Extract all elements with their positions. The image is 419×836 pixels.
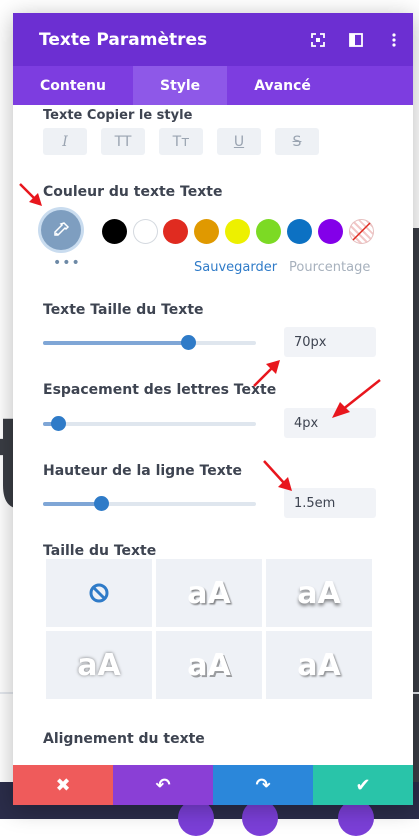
tab-style[interactable]: Style <box>132 66 228 105</box>
annotation-arrow-color <box>19 183 42 206</box>
color-swatch-orange[interactable] <box>194 219 219 244</box>
modal-footer: ✖ ↶ ↷ ✔ <box>13 765 413 805</box>
color-swatch-transparent[interactable] <box>349 219 374 244</box>
modal-title: Texte Paramètres <box>39 29 208 50</box>
line-height-slider[interactable] <box>43 496 256 511</box>
expand-icon[interactable] <box>299 21 337 59</box>
text-style-label: Texte Copier le style <box>43 108 193 123</box>
no-shadow-icon <box>89 583 109 603</box>
undo-button[interactable]: ↶ <box>113 765 213 805</box>
text-size-input[interactable]: 70px <box>284 327 376 357</box>
tab-contenu[interactable]: Contenu <box>13 66 133 105</box>
slider-fill <box>43 341 188 345</box>
italic-button[interactable]: I <box>43 128 87 155</box>
slider-handle[interactable] <box>180 335 196 350</box>
line-height-input[interactable]: 1.5em <box>284 488 376 518</box>
strikethrough-button[interactable]: S <box>275 128 319 155</box>
color-swatch-black[interactable] <box>102 219 127 244</box>
save-color-link[interactable]: Sauvegarder <box>194 260 277 275</box>
background-settings-button[interactable] <box>242 800 278 836</box>
eyedropper-button[interactable] <box>41 210 81 250</box>
save-button[interactable]: ✔ <box>313 765 413 805</box>
letter-spacing-slider[interactable] <box>43 416 256 431</box>
text-shadow-presets: aA aA aA aA aA <box>46 559 374 699</box>
line-height-label: Hauteur de la ligne Texte <box>43 463 242 479</box>
shadow-preset-2[interactable]: aA <box>266 559 372 627</box>
more-vertical-icon[interactable] <box>375 21 413 59</box>
eyedropper-icon <box>54 222 70 236</box>
shadow-preset-5[interactable]: aA <box>266 631 372 699</box>
more-colors-icon[interactable]: ••• <box>53 255 81 271</box>
cancel-button[interactable]: ✖ <box>13 765 113 805</box>
color-swatch-yellow[interactable] <box>225 219 250 244</box>
shadow-preset-4[interactable]: aA <box>156 631 262 699</box>
shadow-preset-3[interactable]: aA <box>46 631 152 699</box>
color-swatch-white[interactable] <box>133 219 158 244</box>
text-alignment-label: Alignement du texte <box>43 731 205 747</box>
tab-avance[interactable]: Avancé <box>227 66 338 105</box>
text-size-slider[interactable] <box>43 335 256 350</box>
shadow-preset-1[interactable]: aA <box>156 559 262 627</box>
color-swatch-green[interactable] <box>256 219 281 244</box>
text-color-label: Couleur du texte Texte <box>43 184 223 200</box>
slider-handle[interactable] <box>93 496 109 511</box>
slider-fill <box>43 502 101 506</box>
uppercase-button[interactable]: TT <box>101 128 145 155</box>
background-close-button[interactable] <box>338 800 374 836</box>
color-swatch-purple[interactable] <box>318 219 343 244</box>
modal-header: Texte Paramètres <box>13 13 413 66</box>
percentage-link[interactable]: Pourcentage <box>289 260 370 275</box>
color-swatch-blue[interactable] <box>287 219 312 244</box>
redo-button[interactable]: ↷ <box>213 765 313 805</box>
annotation-arrow-letter-spacing <box>332 379 381 418</box>
text-shadow-label: Taille du Texte <box>43 543 157 559</box>
underline-button[interactable]: U <box>217 128 261 155</box>
letter-spacing-label: Espacement des lettres Texte <box>43 382 277 398</box>
background-add-button[interactable] <box>178 800 214 836</box>
sidebar-layout-icon[interactable] <box>337 21 375 59</box>
tab-bar: Contenu Style Avancé <box>13 66 413 105</box>
capitalize-button[interactable]: Tт <box>159 128 203 155</box>
text-size-label: Texte Taille du Texte <box>43 302 204 318</box>
slider-handle[interactable] <box>50 416 66 431</box>
annotation-arrow-line-height <box>263 460 292 491</box>
annotation-arrow-text-size <box>253 360 280 387</box>
settings-content[interactable]: Texte Copier le style I TT Tт U S Couleu… <box>13 105 413 765</box>
shadow-preset-none[interactable] <box>46 559 152 627</box>
color-swatch-red[interactable] <box>163 219 188 244</box>
